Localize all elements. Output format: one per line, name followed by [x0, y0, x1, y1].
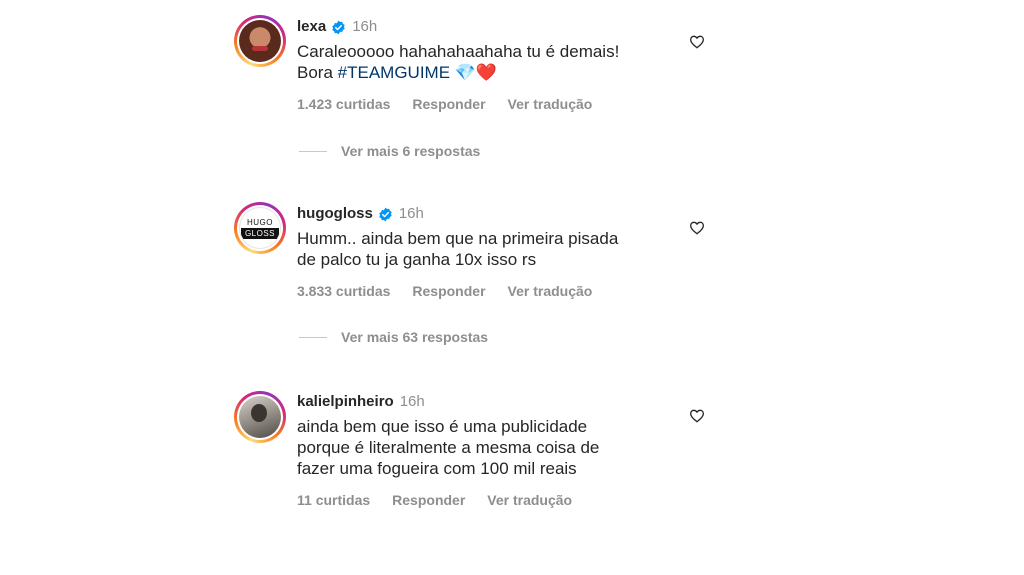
comment-text: ainda bem que isso é uma publicidade por…	[297, 417, 600, 478]
avatar-story-ring[interactable]: HUGO GLOSS	[234, 202, 286, 254]
avatar-story-ring[interactable]	[234, 15, 286, 67]
likes-count[interactable]: 1.423 curtidas	[297, 96, 390, 112]
timestamp: 16h	[398, 205, 424, 222]
comment-actions: 3.833 curtidas Responder Ver tradução	[297, 283, 697, 299]
comment-text: Humm.. ainda bem que na primeira pisada …	[297, 229, 619, 269]
translate-button[interactable]: Ver tradução	[487, 492, 572, 508]
reply-button[interactable]: Responder	[412, 96, 485, 112]
view-more-replies[interactable]: Ver mais 63 respostas	[299, 329, 488, 345]
username[interactable]: kalielpinheiro	[297, 392, 394, 412]
verified-badge-icon	[379, 207, 392, 221]
comment-text: Caraleooooo hahahahaahaha tu é demais! B…	[297, 42, 620, 82]
timestamp: 16h	[399, 393, 425, 410]
divider	[299, 336, 327, 338]
comment-actions: 1.423 curtidas Responder Ver tradução	[297, 96, 697, 112]
divider	[299, 150, 327, 152]
timestamp: 16h	[352, 18, 378, 35]
reply-button[interactable]: Responder	[412, 283, 485, 299]
translate-button[interactable]: Ver tradução	[508, 283, 593, 299]
avatar-story-ring[interactable]	[234, 391, 286, 443]
heart-outline-icon[interactable]	[689, 408, 705, 424]
reply-button[interactable]: Responder	[392, 492, 465, 508]
username[interactable]: hugogloss	[297, 204, 373, 224]
emoji: 💎❤️	[450, 63, 498, 82]
view-more-replies[interactable]: Ver mais 6 respostas	[299, 143, 480, 159]
avatar	[239, 396, 281, 438]
heart-outline-icon[interactable]	[689, 34, 705, 50]
verified-badge-icon	[332, 20, 345, 34]
heart-outline-icon[interactable]	[689, 220, 705, 236]
username[interactable]: lexa	[297, 17, 326, 37]
comment-actions: 11 curtidas Responder Ver tradução	[297, 492, 697, 508]
hashtag-link[interactable]: #TEAMGUIME	[338, 63, 450, 82]
likes-count[interactable]: 3.833 curtidas	[297, 283, 390, 299]
avatar: HUGO GLOSS	[239, 207, 281, 249]
translate-button[interactable]: Ver tradução	[508, 96, 593, 112]
avatar	[239, 20, 281, 62]
likes-count[interactable]: 11 curtidas	[297, 492, 370, 508]
